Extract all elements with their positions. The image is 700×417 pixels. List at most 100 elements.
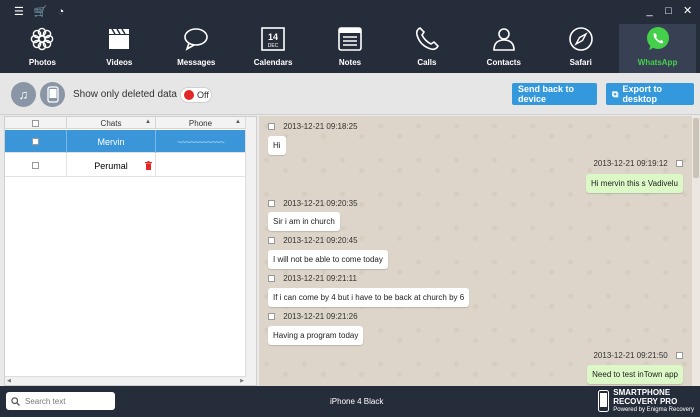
nav-item-calendars[interactable]: 14 DEC Calendars [235,24,312,73]
message-bubble-outgoing: Need to test inTown app [587,365,683,384]
nav-label-calendars: Calendars [253,58,293,67]
export-label: Export to desktop [622,84,662,104]
message-timestamp: 2013-12-21 09:20:35 [268,199,358,208]
clapper-icon [109,28,130,49]
message-timestamp: 2013-12-21 09:21:26 [268,312,358,321]
conversation-scrollbar[interactable] [692,116,700,386]
message-checkbox[interactable] [676,160,683,168]
whatsapp-icon [646,27,669,50]
header-chats[interactable]: Chats ▲ [67,117,156,129]
export-button[interactable]: ⧉ Export to desktop [606,83,694,105]
message-checkbox[interactable] [268,275,275,283]
toggle-state: Off [197,90,209,100]
search-box[interactable] [6,392,115,410]
calendar-icon: 14 DEC [261,27,285,51]
chat-list-horizontal-scrollbar[interactable]: ◀ ▶ [5,376,246,385]
status-bar: iPhone 4 Black SMARTPHONE RECOVERY PRO P… [0,386,700,417]
send-back-label: Send back to device [518,84,575,104]
compass-icon [568,27,593,51]
conversation-scroll-thumb[interactable] [693,118,699,178]
message-checkbox[interactable] [676,352,683,360]
deleted-toggle[interactable]: Off [180,87,212,103]
nav-label-videos: Videos [106,58,133,67]
category-nav: Photos Videos Messages 14 DEC Calendars [4,24,697,73]
message-bubble-incoming: Sir i am in church [268,212,340,231]
nav-item-contacts[interactable]: Contacts [465,24,542,73]
flower-icon [31,27,54,51]
chat-name: Mervin [97,136,125,147]
search-input[interactable] [25,396,109,406]
calendar-day: 14 [268,32,278,42]
header-select-all[interactable] [5,117,67,129]
nav-item-safari[interactable]: Safari [542,24,619,73]
nav-label-contacts: Contacts [486,58,521,67]
chat-phone-cell [156,154,245,177]
calendar-month: DEC [268,43,279,49]
message-timestamp: 2013-12-21 09:18:25 [268,122,358,131]
chat-row[interactable]: Perumal [5,154,246,177]
message-timestamp: 2013-12-21 09:21:50 [593,351,683,360]
export-icon: ⧉ [612,88,619,99]
sort-chats-icon[interactable]: ▲ [145,119,151,125]
message-timestamp: 2013-12-21 09:19:12 [593,159,683,168]
message-checkbox[interactable] [268,313,275,321]
nav-label-calls: Calls [417,58,437,67]
row-checkbox[interactable] [32,162,39,169]
speedometer-icon[interactable]: ◔ [58,7,65,18]
system-icons: ☰ 🛒 ◔ [14,7,64,18]
chat-row[interactable]: Mervin ~~~~~~~~~~~ [5,130,246,153]
row-checkbox-cell [5,154,67,177]
scroll-left-icon[interactable]: ◀ [7,378,11,384]
phone-icon [415,27,439,51]
chat-name: Perumal [94,160,128,171]
nav-item-photos[interactable]: Photos [4,24,81,73]
conversation-panel: 2013-12-21 09:18:25 Hi 2013-12-21 09:19:… [259,116,700,386]
nav-item-whatsapp[interactable]: WhatsApp [619,24,697,73]
top-navigation-bar: ☰ 🛒 ◔ _ □ ✕ Photos Videos Messages 14 DE… [0,0,700,73]
send-back-button[interactable]: Send back to device [512,83,597,105]
show-deleted-label: Show only deleted data [73,89,177,100]
device-name: iPhone 4 Black [330,397,384,406]
message-timestamp: 2013-12-21 09:20:45 [268,236,358,245]
message-checkbox[interactable] [268,123,275,131]
maximize-icon[interactable]: □ [664,5,673,17]
nav-item-calls[interactable]: Calls [388,24,465,73]
device-button[interactable] [40,82,65,107]
nav-label-whatsapp: WhatsApp [637,58,678,67]
message-checkbox[interactable] [268,200,275,208]
menu-icon[interactable]: ☰ [14,7,24,18]
minimize-icon[interactable]: _ [645,5,654,17]
brand-line2: RECOVERY PRO [613,397,678,406]
row-checkbox-cell [5,130,67,153]
nav-item-notes[interactable]: Notes [312,24,389,73]
notes-icon [338,27,362,51]
select-all-checkbox[interactable] [32,119,39,127]
message-bubble-outgoing: Hi mervin this s Vadivelu [586,174,683,193]
cart-icon[interactable]: 🛒 [34,7,48,18]
chat-name-cell: Mervin [67,130,156,153]
row-checkbox[interactable] [32,138,39,145]
nav-label-photos: Photos [28,58,56,67]
chat-list-panel: Chats ▲ Phone ▲ Mervin ~~~~~~~~~~~ Perum… [4,116,257,386]
header-phone-label: Phone [188,118,213,128]
chat-name-cell: Perumal [67,154,156,177]
person-icon [492,28,515,51]
sort-phone-icon[interactable]: ▲ [235,119,241,125]
music-button[interactable]: ♫ [11,82,36,107]
trash-icon[interactable] [145,161,152,170]
chat-phone-cell: ~~~~~~~~~~~ [156,130,245,153]
chat-list-vertical-scrollbar[interactable] [245,117,256,385]
scroll-right-icon[interactable]: ▶ [240,378,244,384]
speech-bubble-icon [184,28,209,51]
nav-item-videos[interactable]: Videos [81,24,158,73]
nav-item-messages[interactable]: Messages [158,24,235,73]
nav-label-safari: Safari [569,58,592,67]
toolbar: ♫ Show only deleted data Off Send back t… [0,73,700,115]
phone-device-icon [46,86,59,103]
header-chats-label: Chats [100,118,122,128]
window-controls: _ □ ✕ [645,5,692,17]
message-bubble-incoming: If i can come by 4 but i have to be back… [268,288,470,307]
message-checkbox[interactable] [268,237,275,245]
header-phone[interactable]: Phone ▲ [156,117,245,129]
close-icon[interactable]: ✕ [683,5,692,17]
